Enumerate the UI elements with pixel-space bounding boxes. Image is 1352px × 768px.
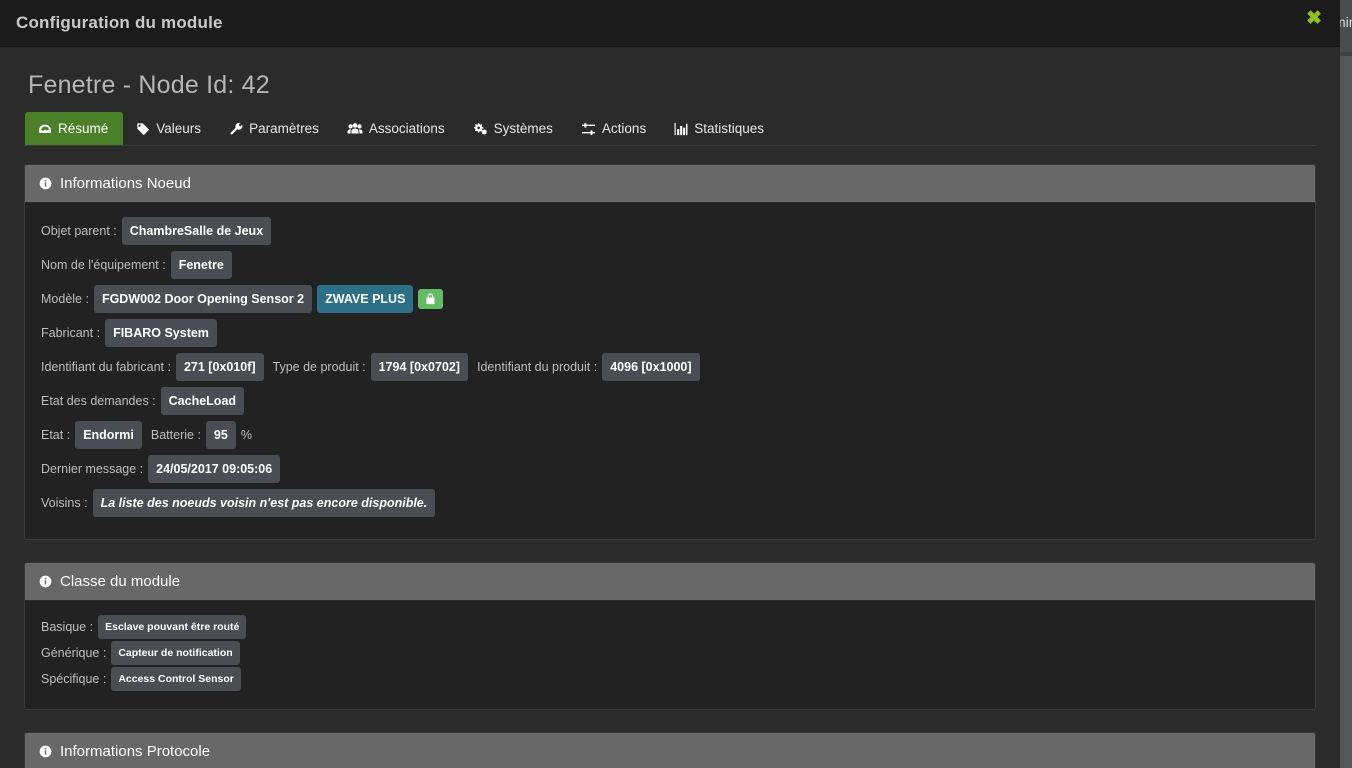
value-class-specific: Access Control Sensor (111, 667, 241, 691)
tab-label: Statistiques (694, 121, 764, 137)
label-equipment-name: Nom de l'équipement : (41, 258, 166, 272)
panel-protocol-info-header: Informations Protocole (25, 733, 1315, 768)
modal-body: Fenetre - Node Id: 42 Résumé Valeurs Par (0, 47, 1340, 768)
value-last-message: 24/05/2017 09:05:06 (148, 455, 281, 483)
tab-resume[interactable]: Résumé (25, 112, 124, 145)
panel-title: Informations Protocole (60, 743, 211, 760)
gears-icon (473, 122, 488, 136)
label-manufacturer-id: Identifiant du fabricant : (41, 360, 171, 374)
value-state: Endormi (75, 421, 142, 449)
row-query-stage: Etat des demandes : CacheLoad (41, 387, 1299, 415)
row-equipment-name: Nom de l'équipement : Fenetre (41, 251, 1299, 279)
row-class-specific: Spécifique : Access Control Sensor (41, 667, 1299, 691)
value-class-basic: Esclave pouvant être routé (98, 615, 247, 639)
row-state-battery: Etat : Endormi Batterie : 95 % (41, 421, 1299, 449)
value-parent-object: ChambreSalle de Jeux (121, 217, 272, 245)
row-class-generic: Générique : Capteur de notification (41, 641, 1299, 665)
tag-icon (136, 122, 150, 136)
label-state: Etat : (41, 428, 71, 442)
tab-label: Systèmes (493, 121, 553, 137)
tab-bar: Résumé Valeurs Paramètres Associations S… (24, 112, 1316, 146)
unit-battery-percent: % (240, 428, 252, 442)
panel-node-info-body: Objet parent : ChambreSalle de Jeux Nom … (25, 203, 1315, 539)
info-circle-icon (39, 745, 52, 758)
row-identifiers: Identifiant du fabricant : 271 [0x010f] … (41, 353, 1299, 381)
label-query-stage: Etat des demandes : (41, 394, 156, 408)
sliders-icon (581, 122, 596, 136)
tab-label: Actions (601, 121, 647, 137)
value-model: FGDW002 Door Opening Sensor 2 (93, 285, 313, 313)
value-query-stage: CacheLoad (160, 387, 245, 415)
label-class-specific: Spécifique : (41, 672, 107, 686)
info-circle-icon (39, 177, 52, 190)
label-product-id: Identifiant du produit : (476, 360, 598, 374)
module-configuration-modal: Configuration du module ✖ Fenetre - Node… (0, 0, 1340, 768)
label-class-basic: Basique : (41, 620, 94, 634)
value-class-generic: Capteur de notification (111, 641, 240, 665)
tab-label: Valeurs (156, 121, 202, 137)
dashboard-icon (38, 122, 52, 136)
value-neighbours: La liste des noeuds voisin n'est pas enc… (92, 489, 436, 517)
tab-label: Paramètres (249, 121, 319, 137)
label-battery: Batterie : (150, 428, 201, 442)
row-last-message: Dernier message : 24/05/2017 09:05:06 (41, 455, 1299, 483)
row-manufacturer: Fabricant : FIBARO System (41, 319, 1299, 347)
tab-statistiques[interactable]: Statistiques (661, 112, 779, 145)
panel-module-class-body: Basique : Esclave pouvant être routé Gén… (25, 601, 1315, 709)
panel-title: Informations Noeud (60, 175, 191, 192)
bar-chart-icon (674, 122, 688, 136)
lock-icon (418, 289, 444, 309)
value-manufacturer: FIBARO System (105, 319, 217, 347)
users-icon (347, 122, 363, 136)
panel-module-class: Classe du module Basique : Esclave pouva… (24, 562, 1316, 710)
label-class-generic: Générique : (41, 646, 107, 660)
value-manufacturer-id: 271 [0x010f] (175, 353, 264, 381)
modal-title: Configuration du module (16, 13, 223, 32)
row-model: Modèle : FGDW002 Door Opening Sensor 2 Z… (41, 285, 1299, 313)
page-title: Fenetre - Node Id: 42 (28, 71, 270, 99)
tab-systemes[interactable]: Systèmes (460, 112, 568, 145)
label-neighbours: Voisins : (41, 496, 88, 510)
close-icon[interactable]: ✖ (1302, 7, 1326, 30)
value-product-id: 4096 [0x1000] (602, 353, 700, 381)
panel-node-info-header: Informations Noeud (25, 165, 1315, 203)
value-product-type: 1794 [0x0702] (370, 353, 468, 381)
tab-associations[interactable]: Associations (334, 112, 460, 145)
label-last-message: Dernier message : (41, 462, 144, 476)
panel-protocol-info: Informations Protocole Vitesse maximale … (24, 732, 1316, 768)
row-neighbours: Voisins : La liste des noeuds voisin n'e… (41, 489, 1299, 517)
wrench-icon (229, 122, 243, 136)
background-panel-strip-lower (1340, 52, 1352, 56)
tab-valeurs[interactable]: Valeurs (123, 112, 216, 145)
panel-node-info: Informations Noeud Objet parent : Chambr… (24, 164, 1316, 540)
row-parent-object: Objet parent : ChambreSalle de Jeux (41, 217, 1299, 245)
label-model: Modèle : (41, 292, 89, 306)
label-manufacturer: Fabricant : (41, 326, 101, 340)
panel-module-class-header: Classe du module (25, 563, 1315, 601)
tab-label: Résumé (58, 121, 109, 137)
badge-zwave-plus: ZWAVE PLUS (317, 285, 414, 313)
label-product-type: Type de produit : (272, 360, 366, 374)
modal-header: Configuration du module (0, 0, 1340, 47)
tab-actions[interactable]: Actions (568, 112, 661, 145)
label-parent-object: Objet parent : (41, 224, 117, 238)
value-equipment-name: Fenetre (170, 251, 232, 279)
panel-title: Classe du module (60, 573, 181, 590)
info-circle-icon (39, 575, 52, 588)
tab-parametres[interactable]: Paramètres (216, 112, 334, 145)
row-class-basic: Basique : Esclave pouvant être routé (41, 615, 1299, 639)
value-battery: 95 (205, 421, 236, 449)
tab-label: Associations (368, 121, 445, 137)
